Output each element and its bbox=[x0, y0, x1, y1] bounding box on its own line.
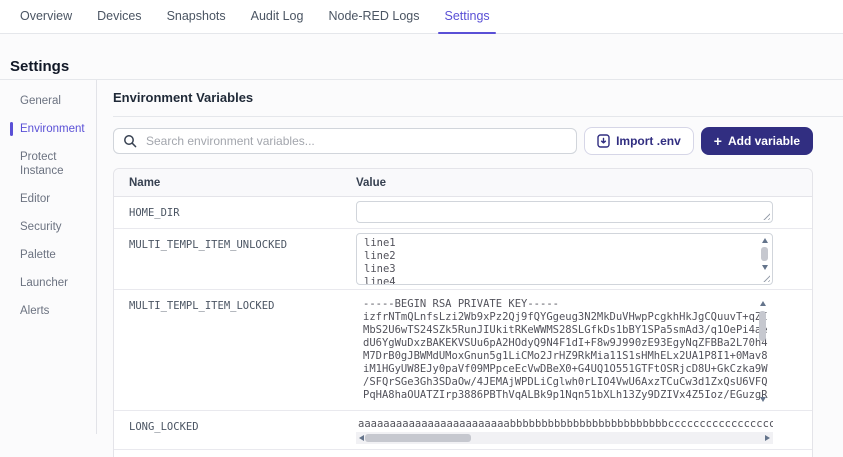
table-header-row: Name Value bbox=[114, 169, 812, 197]
search-icon bbox=[123, 134, 137, 148]
file-import-icon bbox=[597, 134, 610, 148]
search-box bbox=[113, 128, 578, 154]
tab-settings[interactable]: Settings bbox=[438, 0, 496, 34]
variable-value-cell bbox=[356, 197, 812, 228]
env-variables-table: Name Value HOME_DIR MULTI_TEMPL_ITEM_UNL… bbox=[113, 168, 813, 457]
table-row: LONG_LOCKED aaaaaaaaaaaaaaaaaaaaaaaabbbb… bbox=[114, 411, 812, 450]
value-text: line1 line2 line3 line4 bbox=[364, 237, 396, 284]
scrollbar-thumb[interactable] bbox=[759, 311, 766, 341]
add-variable-button[interactable]: + Add variable bbox=[700, 127, 813, 155]
variable-value-cell: -----BEGIN RSA PRIVATE KEY----- izfrNTmQ… bbox=[356, 290, 812, 410]
import-env-button[interactable]: Import .env bbox=[584, 127, 694, 155]
value-textarea[interactable]: line1 line2 line3 line4 bbox=[356, 233, 773, 285]
page-title: Settings bbox=[10, 58, 70, 76]
sidebar-item-environment[interactable]: Environment bbox=[0, 122, 96, 136]
env-controls-row: Import .env + Add variable bbox=[113, 127, 813, 155]
value-text: aaaaaaaaaaaaaaaaaaaaaaaabbbbbbbbbbbbbbbb… bbox=[358, 418, 773, 430]
scroll-up-arrow-icon[interactable] bbox=[762, 238, 768, 243]
locked-value-block: -----BEGIN RSA PRIVATE KEY----- izfrNTmQ… bbox=[356, 298, 773, 404]
tab-devices[interactable]: Devices bbox=[97, 0, 141, 33]
scroll-left-arrow-icon[interactable] bbox=[359, 435, 364, 441]
value-text: -----BEGIN RSA PRIVATE KEY----- izfrNTmQ… bbox=[363, 298, 768, 401]
table-row: MULTI_TEMPL_ITEM_UNLOCKED line1 line2 li… bbox=[114, 229, 812, 290]
column-header-value: Value bbox=[356, 176, 387, 189]
variable-name: HOME_DIR bbox=[129, 207, 180, 219]
scrollbar-thumb[interactable] bbox=[365, 434, 471, 442]
value-text bbox=[357, 202, 772, 222]
sidebar-item-security[interactable]: Security bbox=[0, 220, 96, 234]
variable-value-cell: line1 line2 line3 line4 bbox=[356, 229, 812, 289]
scroll-right-arrow-icon[interactable] bbox=[765, 435, 770, 441]
scrollbar-thumb[interactable] bbox=[761, 247, 768, 261]
environment-settings-panel: Environment Variables Import .env + Add … bbox=[113, 80, 843, 457]
scroll-down-arrow-icon[interactable] bbox=[761, 265, 768, 270]
column-header-name: Name bbox=[129, 176, 161, 189]
table-row: MULTI_TEMPL_ITEM_LOCKED -----BEGIN RSA P… bbox=[114, 290, 812, 411]
tab-overview[interactable]: Overview bbox=[20, 0, 72, 33]
variable-name: MULTI_TEMPL_ITEM_LOCKED bbox=[129, 300, 275, 312]
locked-value-block: aaaaaaaaaaaaaaaaaaaaaaaabbbbbbbbbbbbbbbb… bbox=[356, 418, 773, 431]
add-variable-label: Add variable bbox=[727, 134, 800, 148]
settings-sidebar: General Environment Protect Instance Edi… bbox=[0, 80, 97, 434]
sidebar-item-protect-instance[interactable]: Protect Instance bbox=[0, 150, 96, 178]
scroll-down-arrow-icon[interactable] bbox=[759, 397, 766, 402]
table-row-partial bbox=[114, 450, 812, 457]
scroll-up-arrow-icon[interactable] bbox=[760, 301, 766, 306]
section-heading: Environment Variables bbox=[113, 80, 843, 117]
sidebar-item-alerts[interactable]: Alerts bbox=[0, 304, 96, 318]
tab-snapshots[interactable]: Snapshots bbox=[167, 0, 226, 33]
plus-icon: + bbox=[713, 133, 722, 149]
sidebar-item-palette[interactable]: Palette bbox=[0, 248, 96, 262]
instance-tab-bar: Overview Devices Snapshots Audit Log Nod… bbox=[0, 0, 843, 34]
import-env-label: Import .env bbox=[616, 134, 681, 148]
tab-node-red-logs[interactable]: Node-RED Logs bbox=[328, 0, 419, 33]
search-input[interactable] bbox=[144, 133, 568, 149]
value-textarea[interactable] bbox=[356, 201, 773, 223]
table-row: HOME_DIR bbox=[114, 197, 812, 229]
tab-audit-log[interactable]: Audit Log bbox=[251, 0, 304, 33]
variable-name: LONG_LOCKED bbox=[129, 421, 199, 433]
variable-name: MULTI_TEMPL_ITEM_UNLOCKED bbox=[129, 239, 288, 251]
sidebar-item-editor[interactable]: Editor bbox=[0, 192, 96, 206]
sidebar-item-general[interactable]: General bbox=[0, 94, 96, 108]
variable-value-cell: aaaaaaaaaaaaaaaaaaaaaaaabbbbbbbbbbbbbbbb… bbox=[356, 411, 812, 449]
vertical-scrollbar[interactable] bbox=[757, 298, 769, 404]
sidebar-item-launcher[interactable]: Launcher bbox=[0, 276, 96, 290]
